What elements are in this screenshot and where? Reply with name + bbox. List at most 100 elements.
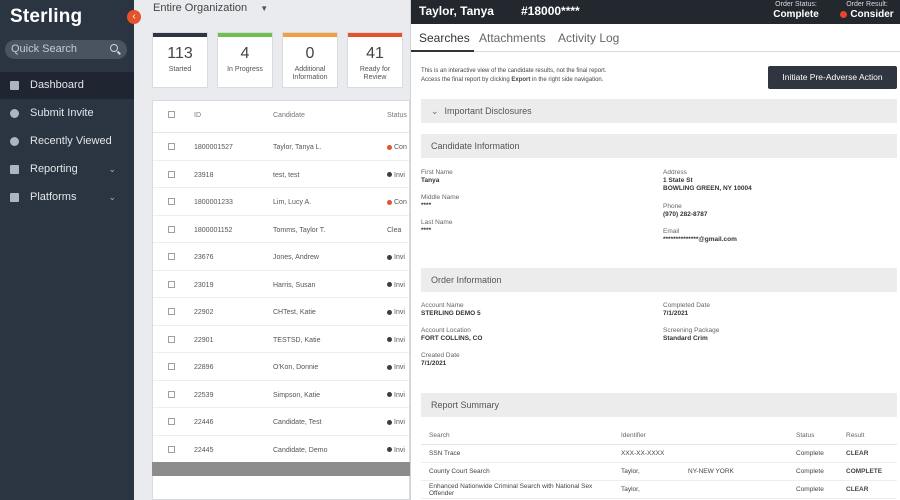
table-row[interactable]: 22446 Candidate, Test Invi [153,408,409,436]
column-header-candidate[interactable]: Candidate [273,112,305,119]
row-status-text: Invi [394,419,405,426]
row-candidate-name[interactable]: test, test [273,172,299,179]
table-row[interactable]: 23676 Jones, Andrew Invi [153,243,409,271]
tab-attachments[interactable]: Attachments [479,31,546,45]
row-id[interactable]: 22896 [194,364,213,371]
collapse-sidebar-button[interactable]: ‹ [127,10,141,24]
middle-name-field: Middle Name **** [421,194,459,210]
table-row[interactable]: 1800001152 Tomms, Taylor T. Clea [153,216,409,243]
row-candidate-name[interactable]: Harris, Susan [273,282,315,289]
column-header-id[interactable]: ID [194,112,201,119]
tab-activity-log[interactable]: Activity Log [558,31,619,45]
table-row[interactable]: 1800001233 Lim, Lucy A. Con [153,188,409,216]
row-id[interactable]: 22539 [194,392,213,399]
row-checkbox[interactable] [168,198,175,205]
initiate-pre-adverse-action-button[interactable]: Initiate Pre-Adverse Action [768,66,897,89]
search-name[interactable]: Enhanced Nationwide Criminal Search with… [429,483,609,497]
organization-select[interactable]: Entire Organization ▼ [153,2,268,14]
status-card-additional-information[interactable]: 0 Additional Information [282,32,338,88]
status-card-in-progress[interactable]: 4 In Progress [217,32,273,88]
table-row[interactable]: 22901 TESTSD, Katie Invi [153,326,409,353]
row-candidate-name[interactable]: Tomms, Taylor T. [273,227,325,234]
sidebar-item-recently-viewed[interactable]: Recently Viewed [0,128,134,155]
row-status: Invi [387,337,405,344]
order-status: Order Status: Complete [771,1,821,21]
row-candidate-name[interactable]: Candidate, Test [273,419,322,426]
quick-search-input[interactable]: Quick Search [5,40,127,59]
quick-search-placeholder: Quick Search [11,43,78,55]
sidebar-item-platforms[interactable]: Platforms ⌄ [0,184,134,211]
row-checkbox[interactable] [168,280,175,288]
row-candidate-name[interactable]: O'Kon, Donnie [273,364,318,371]
row-id[interactable]: 22445 [194,447,213,454]
row-id[interactable]: 22902 [194,309,213,316]
row-candidate-name[interactable]: Jones, Andrew [273,254,319,261]
search-name[interactable]: County Court Search [429,468,609,475]
sidebar-item-submit-invite[interactable]: Submit Invite [0,100,134,127]
table-row[interactable]: 22896 O'Kon, Donnie Invi [153,353,409,381]
row-candidate-name[interactable]: Simpson, Katie [273,392,320,399]
sterling-logo[interactable]: Sterling [10,6,82,28]
field-value: 7/1/2021 [421,360,447,367]
search-identifier: Taylor, [621,468,640,475]
account-name-field: Account Name STERLING DEMO 5 [421,302,481,318]
row-checkbox[interactable] [168,143,175,150]
row-id[interactable]: 22446 [194,419,213,426]
row-id[interactable]: 1800001233 [194,199,233,206]
table-row[interactable]: 23019 Harris, Susan Invi [153,271,409,298]
status-dot-icon [387,447,392,453]
row-id[interactable]: 23918 [194,172,213,179]
row-status: Con [387,144,407,151]
important-disclosures-toggle[interactable]: ⌄ Important Disclosures [421,99,897,123]
row-checkbox[interactable] [168,170,175,178]
card-label: Started [168,66,192,73]
row-checkbox[interactable] [168,308,175,315]
table-row[interactable]: 22539 Simpson, Katie Invi [153,381,409,408]
row-checkbox[interactable] [168,363,175,370]
row-id[interactable]: 1800001152 [194,227,232,234]
row-status-text: Invi [394,336,405,344]
order-result-label: Order Result: [846,1,888,8]
row-candidate-name[interactable]: Taylor, Tanya L. [273,144,322,151]
row-checkbox[interactable] [168,390,175,398]
row-checkbox[interactable] [168,225,175,233]
panel-tabs: Searches Attachments Activity Log [411,24,900,52]
report-summary-row[interactable]: SSN Trace XXX-XX-XXXX Complete CLEAR [421,445,897,463]
tab-searches[interactable]: Searches [419,31,470,45]
order-status-label: Order Status: [775,1,817,8]
report-summary-row[interactable]: Enhanced Nationwide Criminal Search with… [421,481,897,499]
section-title: Order Information [431,275,502,285]
status-card-started[interactable]: 113 Started [152,32,208,88]
sidebar-item-reporting[interactable]: Reporting ⌄ [0,156,134,183]
card-label: Ready for Review [359,66,391,81]
section-title: Report Summary [431,400,500,410]
row-id[interactable]: 23676 [194,254,213,261]
column-header-status[interactable]: Status [387,112,407,119]
search-name[interactable]: SSN Trace [429,450,609,457]
field-value: **** [421,227,432,234]
table-body: 1800001527 Taylor, Tanya L. Con 23918 test, … [153,133,409,463]
row-checkbox[interactable] [168,335,175,343]
row-id[interactable]: 1800001527 [194,144,233,151]
row-candidate-name[interactable]: Candidate, Demo [273,447,327,454]
table-row[interactable]: 1800001527 Taylor, Tanya L. Con [153,133,409,161]
sidebar-nav: Dashboard Submit Invite Recently Viewed … [0,72,134,212]
search-icon[interactable] [110,44,118,52]
report-summary-row[interactable]: County Court Search Taylor, NY-NEW YORK Com… [421,463,897,481]
table-row[interactable]: 22445 Candidate, Demo Invi [153,436,409,463]
order-detail-panel: Taylor, Tanya #18000**** Order Status: C… [410,0,900,500]
row-checkbox[interactable] [168,253,175,260]
horizontal-scrollbar[interactable] [152,462,410,476]
status-card-ready-for-review[interactable]: 41 Ready for Review [347,32,403,88]
select-all-checkbox[interactable] [168,111,175,118]
table-row[interactable]: 23918 test, test Invi [153,161,409,188]
row-candidate-name[interactable]: CHTest, Katie [273,309,316,316]
row-candidate-name[interactable]: TESTSD, Katie [273,337,320,344]
row-checkbox[interactable] [168,445,175,453]
row-checkbox[interactable] [168,418,175,425]
row-id[interactable]: 23019 [194,282,213,289]
table-row[interactable]: 22902 CHTest, Katie Invi [153,298,409,326]
row-candidate-name[interactable]: Lim, Lucy A. [273,199,311,206]
row-id[interactable]: 22901 [194,337,213,344]
sidebar-item-dashboard[interactable]: Dashboard [0,72,134,99]
